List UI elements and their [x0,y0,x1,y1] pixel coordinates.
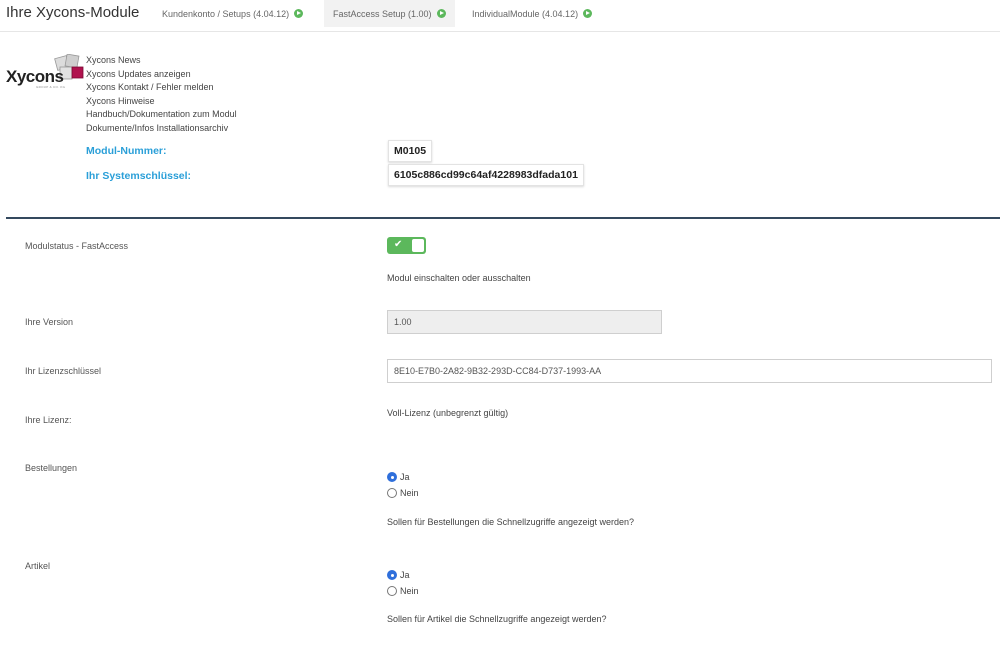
system-key-label: Ihr Systemschlüssel: [86,170,192,182]
tab-fastaccess-setup[interactable]: FastAccess Setup (1.00) [324,0,455,27]
orders-radio-yes[interactable]: Ja [387,472,410,482]
radio-label: Ja [400,472,410,482]
radio-label: Nein [400,586,419,596]
link-documents[interactable]: Dokumente/Infos Installationsarchiv [86,122,237,136]
version-label: Ihre Version [25,317,74,327]
radio-empty-icon [387,586,397,596]
orders-radio-no[interactable]: Nein [387,488,419,498]
radio-selected-icon [387,472,397,482]
license-key-field[interactable]: 8E10-E7B0-2A82-9B32-293D-CC84-D737-1993-… [387,359,992,383]
module-number-label: Modul-Nummer: [86,145,167,157]
xycons-logo: Xycons GROUP & CO. KG [6,54,84,94]
link-hints[interactable]: Xycons Hinweise [86,95,237,109]
articles-label: Artikel [25,561,51,571]
top-bar: Ihre Xycons-Module Kundenkonto / Setups … [0,0,1000,32]
play-circle-icon [436,9,446,18]
section-divider [6,217,1000,219]
status-label: Modulstatus - FastAccess [25,241,129,251]
radio-selected-icon [387,570,397,580]
radio-label: Nein [400,488,419,498]
link-news[interactable]: Xycons News [86,54,237,68]
logo-wordmark: Xycons [6,67,64,86]
status-help: Modul einschalten oder ausschalten [387,273,531,283]
system-key-value: 6105c886cd99c64af4228983dfada101 [388,164,584,186]
articles-radio-yes[interactable]: Ja [387,570,410,580]
radio-label: Ja [400,570,410,580]
tab-label: FastAccess Setup (1.00) [333,8,432,19]
tab-label: Kundenkonto / Setups (4.04.12) [162,8,290,19]
check-icon: ✔ [394,239,403,250]
tab-kundenkonto[interactable]: Kundenkonto / Setups (4.04.12) [153,0,312,27]
articles-radio-no[interactable]: Nein [387,586,419,596]
logo-subtitle: GROUP & CO. KG [36,85,66,89]
module-number-value: M0105 [388,140,433,162]
license-value: Voll-Lizenz (unbegrenzt gültig) [387,408,509,418]
module-status-toggle[interactable]: ✔ [387,237,426,254]
radio-empty-icon [387,488,397,498]
tab-label: IndividualModule (4.04.12) [472,8,579,19]
link-updates[interactable]: Xycons Updates anzeigen [86,68,237,82]
version-field: 1.00 [387,310,662,334]
link-manual[interactable]: Handbuch/Dokumentation zum Modul [86,108,237,122]
tab-individualmodule[interactable]: IndividualModule (4.04.12) [463,0,601,27]
play-circle-icon [294,9,304,18]
orders-help: Sollen für Bestellungen die Schnellzugri… [387,517,634,527]
play-circle-icon [583,9,593,18]
toggle-knob [412,239,424,252]
xycons-links: Xycons News Xycons Updates anzeigen Xyco… [86,54,237,136]
link-contact[interactable]: Xycons Kontakt / Fehler melden [86,81,237,95]
articles-help: Sollen für Artikel die Schnellzugriffe a… [387,614,607,624]
license-key-label: Ihr Lizenzschlüssel [25,366,102,376]
license-label: Ihre Lizenz: [25,415,72,425]
page-title: Ihre Xycons-Module [6,4,140,21]
orders-label: Bestellungen [25,463,78,473]
